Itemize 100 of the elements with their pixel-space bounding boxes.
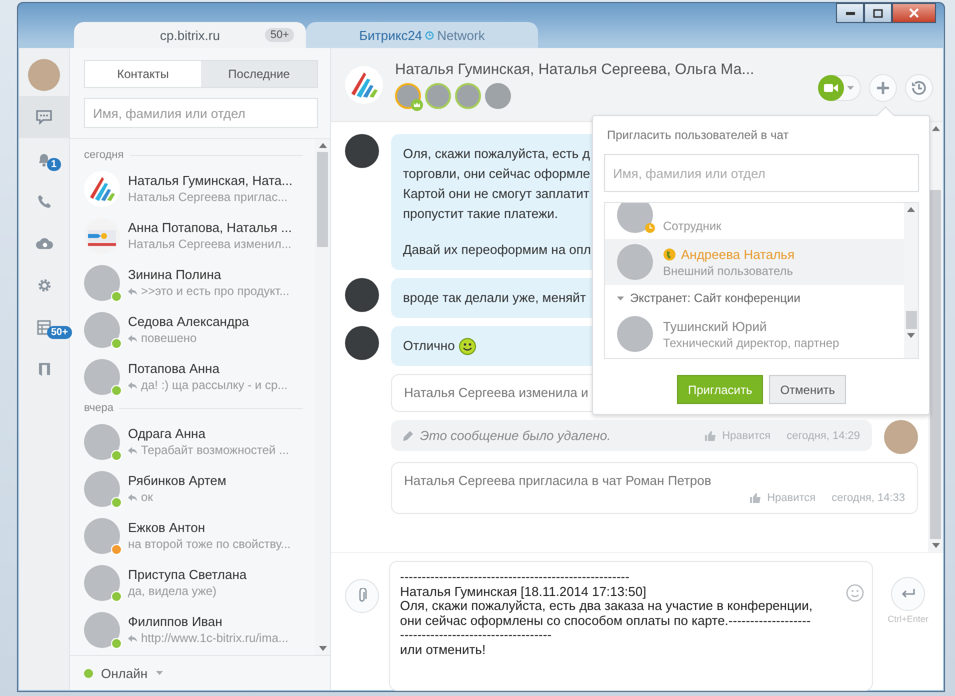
message-input[interactable]: ----------------------------------------------------- Наталья Гуминская [18.11.2014 17:13:50] Оля, скажи пожалуйста, есть два заказа на участие в конференции, они сейчас оформлены со способом оплаты по карте.------------------- ----------------------------------- или отменить! [389, 561, 873, 691]
attach-button[interactable] [345, 579, 379, 613]
status-label: Онлайн [101, 666, 148, 680]
message-text: Отлично [403, 337, 455, 355]
user-item[interactable]: Тушинский Юрий Технический директор, партнер [605, 311, 904, 357]
thumbs-up-icon [705, 430, 716, 440]
contact-item[interactable]: Рябинков Артем ок [84, 465, 309, 512]
message-time: сегодня, 14:33 [832, 492, 905, 504]
message-preview: Наталья Сергеева изменил... [128, 237, 292, 251]
maximize-button[interactable] [864, 3, 892, 23]
clock-icon [425, 30, 434, 40]
search-field[interactable]: Имя, фамилия или отдел [604, 154, 919, 192]
contact-name: Анна Потапова, Наталья ... [128, 220, 292, 235]
contact-name: Седова Александра [128, 314, 250, 329]
contact-avatar [84, 612, 120, 648]
shortcut-hint: Ctrl+Enter [888, 614, 928, 624]
window-tab[interactable]: Битрикс24 Network [306, 22, 538, 48]
scroll-down-arrow-icon[interactable] [932, 543, 940, 548]
plus-icon [876, 81, 890, 95]
bell-icon [37, 152, 51, 166]
send-button[interactable] [891, 577, 925, 611]
contact-item[interactable]: Наталья Гуминская, Ната... Наталья Сергеева приглас... [84, 165, 309, 212]
user-name: Андреева Наталья [681, 246, 794, 262]
minimize-button[interactable] [836, 3, 864, 23]
scroll-up-arrow-icon[interactable] [907, 207, 915, 212]
contact-avatar [84, 518, 120, 554]
scroll-up-arrow-icon[interactable] [318, 143, 326, 148]
add-user-button[interactable] [869, 74, 897, 102]
return-arrow-icon [900, 588, 916, 600]
member-avatar[interactable] [485, 82, 511, 108]
contact-item[interactable]: Одрага Анна Терабайт возможностей ... [84, 418, 309, 465]
scrollbar[interactable] [928, 122, 943, 552]
sender-avatar [345, 326, 379, 360]
chat-logo-icon [345, 66, 383, 104]
cancel-button[interactable]: Отменить [769, 375, 846, 404]
member-avatar[interactable] [455, 82, 481, 108]
contact-item[interactable]: Ежков Антон на второй тоже по свойству... [84, 512, 309, 559]
scroll-down-arrow-icon[interactable] [907, 333, 915, 338]
video-call-button[interactable] [818, 75, 861, 101]
contact-item[interactable]: Анна Потапова, Наталья ... Наталья Сергеева изменил... [84, 212, 309, 259]
rail-grid-button[interactable]: 50+ [19, 306, 69, 348]
message-text: Наталья Сергеева изменила и [404, 384, 588, 402]
contact-name: Рябинков Артем [128, 473, 226, 488]
book-icon [38, 362, 50, 376]
contact-avatar [84, 264, 120, 300]
close-icon [909, 8, 919, 18]
contact-item[interactable]: Седова Александра повешено [84, 306, 309, 353]
scroll-down-arrow-icon[interactable] [318, 646, 326, 651]
contact-avatar [84, 312, 120, 348]
caret-icon [156, 671, 163, 675]
pencil-icon [403, 430, 414, 441]
search-field[interactable]: Имя, фамилия или отдел [84, 98, 318, 128]
maximize-icon [873, 8, 883, 18]
message-preview: >>это и есть про продукт... [141, 284, 290, 298]
message-preview: ок [141, 490, 153, 504]
window-tab[interactable]: cp.bitrix.ru 50+ [74, 22, 306, 48]
video-camera-icon [824, 83, 838, 93]
message-preview: Наталья Сергеева приглас... [128, 190, 288, 204]
thumbs-up-icon [750, 493, 762, 503]
chat-icon [36, 110, 52, 124]
scroll-up-arrow-icon[interactable] [932, 126, 940, 131]
user-name: Тушинский Юрий [663, 318, 767, 334]
contact-item[interactable]: Приступа Светлана да, видела уже) [84, 559, 309, 606]
user-avatar [617, 203, 653, 233]
rail-chat-button[interactable] [19, 96, 69, 138]
scrollbar-thumb[interactable] [930, 190, 941, 539]
message-text: торговли, они сейчас оформле [403, 165, 590, 183]
user-avatar [617, 244, 653, 280]
message-text: Картой они не смогут заплатит [403, 185, 590, 203]
contact-avatar [84, 358, 120, 394]
contact-name: Филиппов Иван [128, 614, 224, 629]
history-icon [910, 79, 928, 97]
minimize-icon [846, 12, 854, 14]
message-time: сегодня, 14:29 [786, 430, 860, 442]
count-badge: 1 [47, 158, 61, 171]
member-avatar[interactable] [395, 82, 421, 108]
history-button[interactable] [905, 74, 933, 102]
chat-title: Наталья Гуминская, Наталья Сергеева, Ольга Ма... [395, 60, 756, 78]
user-role: Внешний пользователь [663, 264, 794, 278]
count-badge: 50+ [265, 28, 294, 42]
contact-item[interactable]: Потапова Анна да! :) ща рассылку - и ср... [84, 353, 309, 400]
contacts-tab[interactable]: Контакты [85, 61, 201, 87]
sender-avatar [345, 278, 379, 312]
settings-icon [36, 278, 52, 292]
smiley-icon[interactable] [846, 584, 864, 602]
user-role: Сотрудник [663, 219, 722, 233]
scrollbar-thumb[interactable] [906, 311, 916, 329]
group-header[interactable]: Экстранет: Сайт конференции [605, 285, 904, 311]
contact-name: Ежков Антон [128, 520, 206, 535]
rail-bell-button[interactable]: 1 [19, 138, 69, 180]
contact-item[interactable]: Зинина Полина >>это и есть про продукт... [84, 259, 309, 306]
status-selector[interactable]: Онлайн [70, 655, 330, 690]
scrollbar[interactable] [904, 203, 918, 358]
contact-name: Одрага Анна [128, 426, 206, 441]
close-button[interactable] [892, 3, 936, 23]
contact-item[interactable]: Филиппов Иван http://www.1c-bitrix.ru/ima... [84, 606, 309, 653]
scrollbar-thumb[interactable] [317, 152, 328, 247]
member-avatar[interactable] [425, 82, 451, 108]
contacts-tab[interactable]: Последние [201, 61, 317, 87]
contact-name: Приступа Светлана [128, 567, 247, 582]
